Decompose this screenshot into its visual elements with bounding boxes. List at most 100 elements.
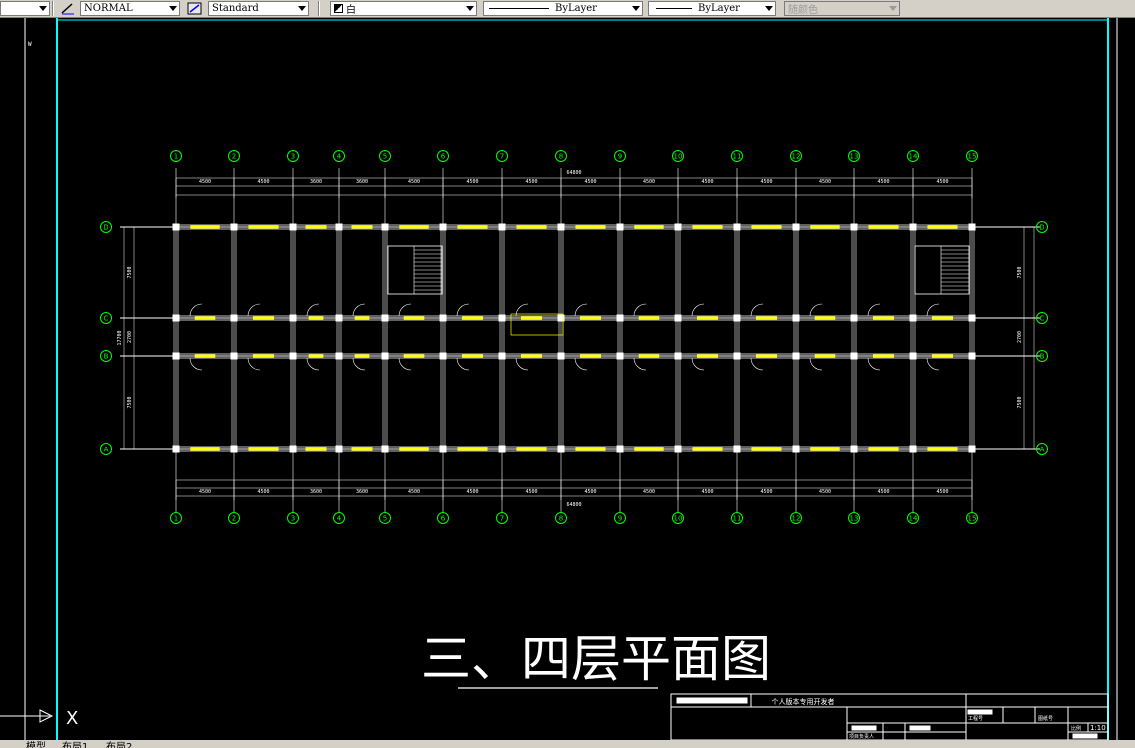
tab-layout2[interactable]: 布局2 [106, 740, 132, 748]
text-style-icon[interactable] [187, 1, 203, 16]
color-value: 白 [346, 5, 356, 16]
column [850, 223, 858, 231]
dim-style-value: NORMAL [84, 3, 133, 14]
axis-letter: D [103, 224, 108, 232]
dimension-text: 4500 [760, 489, 772, 495]
text-style-dropdown[interactable]: Standard [208, 1, 309, 16]
door-swing [398, 357, 412, 371]
drawing-canvas[interactable]: W 4500 4500 4500 4500 3600 3600 3600 3600 4500 45… [0, 18, 1135, 741]
column [230, 352, 238, 360]
column [733, 314, 741, 322]
axis-number: 12 [792, 515, 801, 523]
column [850, 352, 858, 360]
dimension-text: 4500 [199, 489, 211, 495]
title-block-manager: 项目负责人 [849, 733, 874, 740]
plotstyle-value: 随颜色 [788, 5, 818, 16]
lineweight-dropdown[interactable]: ByLayer [648, 1, 776, 16]
dimension-text: 4500 [408, 489, 420, 495]
door-swing [352, 303, 366, 317]
door-swing [750, 357, 764, 371]
door-swing [456, 357, 470, 371]
door-swing [750, 303, 764, 317]
dimension-text: 2700 [1017, 331, 1023, 343]
color-dropdown[interactable]: 白 [330, 1, 477, 16]
column [230, 314, 238, 322]
column [557, 445, 565, 453]
column [792, 314, 800, 322]
column [335, 223, 343, 231]
axis-number: 2 [232, 515, 236, 523]
dimension-total: 17700 [117, 330, 123, 345]
dimension-text: 4500 [643, 179, 655, 185]
dimension-text: 4500 [466, 489, 478, 495]
door-swing [867, 357, 881, 371]
column [172, 223, 180, 231]
column [968, 223, 976, 231]
column [289, 223, 297, 231]
axis-number: 4 [337, 515, 342, 523]
column [381, 352, 389, 360]
column [674, 352, 682, 360]
door-swing [926, 357, 940, 371]
column [616, 445, 624, 453]
toolbar-separator [52, 1, 54, 16]
column [498, 223, 506, 231]
column [674, 314, 682, 322]
column [498, 445, 506, 453]
column [733, 352, 741, 360]
column [733, 445, 741, 453]
axis-number: 9 [618, 153, 622, 161]
dim-style-dropdown[interactable]: NORMAL [80, 1, 180, 16]
dimension-text: 4500 [466, 179, 478, 185]
axis-letter: B [104, 353, 109, 361]
column [498, 352, 506, 360]
dimension-style-icon[interactable] [60, 1, 76, 16]
column [335, 352, 343, 360]
axis-number: 7 [500, 153, 504, 161]
layer-dropdown[interactable] [0, 1, 50, 16]
axis-number: 11 [733, 515, 742, 523]
column [172, 314, 180, 322]
axis-letter: C [104, 315, 109, 323]
door-swing [189, 303, 203, 317]
linetype-dropdown[interactable]: ByLayer [483, 1, 643, 16]
axis-number: 6 [441, 153, 446, 161]
linetype-preview [489, 8, 549, 9]
column [968, 314, 976, 322]
dimension-text: 4500 [819, 179, 831, 185]
tab-layout1[interactable]: 布局1 [62, 740, 88, 748]
drawing-title: 三、四层平面图 [421, 630, 771, 688]
door-swing [867, 303, 881, 317]
column [439, 445, 447, 453]
title-block-project-no: 工程号 [968, 715, 983, 722]
column [498, 314, 506, 322]
plotstyle-dropdown: 随颜色 [784, 1, 900, 16]
column [792, 445, 800, 453]
dimension-text: 4500 [936, 179, 948, 185]
column [381, 223, 389, 231]
column [674, 223, 682, 231]
text-style-value: Standard [212, 3, 259, 14]
column [172, 445, 180, 453]
axis-number: 5 [383, 153, 387, 161]
dimension-text: 4500 [525, 179, 537, 185]
axis-letter: A [104, 446, 109, 454]
door-swing [574, 357, 588, 371]
axis-number: 4 [337, 153, 342, 161]
dimension-text: 7500 [1017, 266, 1023, 278]
tab-model[interactable]: 模型 [26, 740, 46, 748]
dimension-total: 64800 [566, 502, 581, 508]
dimension-text: 4500 [701, 489, 713, 495]
ucs-icon: X [0, 708, 78, 729]
column [289, 445, 297, 453]
column [289, 352, 297, 360]
door-swing [809, 357, 823, 371]
door-swing [306, 303, 320, 317]
axis-number: 13 [850, 153, 859, 161]
dimension-text: 3600 [310, 489, 322, 495]
column [616, 223, 624, 231]
column [381, 445, 389, 453]
column [616, 352, 624, 360]
dimension-text: 4500 [877, 179, 889, 185]
axis-number: 3 [291, 515, 295, 523]
